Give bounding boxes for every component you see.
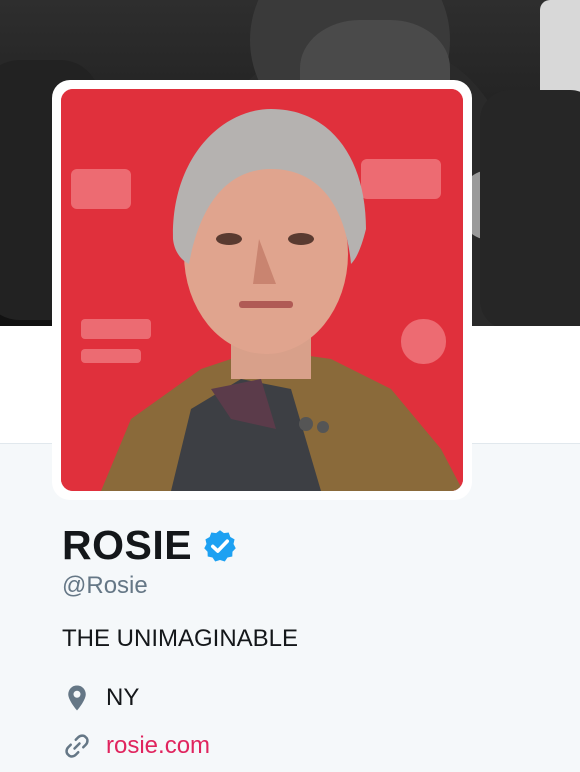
link-icon [62,731,92,761]
avatar[interactable] [52,80,472,500]
verified-badge-icon [202,528,238,564]
profile-url-link[interactable]: rosie.com [106,732,210,760]
avatar-image [61,89,463,491]
banner-figure-edge [480,90,580,326]
name-row: ROSIE [62,522,238,569]
profile-name[interactable]: ROSIE [62,522,192,569]
url-row: rosie.com [62,731,210,761]
profile-location: NY [106,684,140,711]
map-pin-icon [62,683,92,713]
profile-handle[interactable]: @Rosie [62,572,148,600]
profile-bio: THE UNIMAGINABLE [62,625,299,652]
location-row: NY [62,683,139,713]
